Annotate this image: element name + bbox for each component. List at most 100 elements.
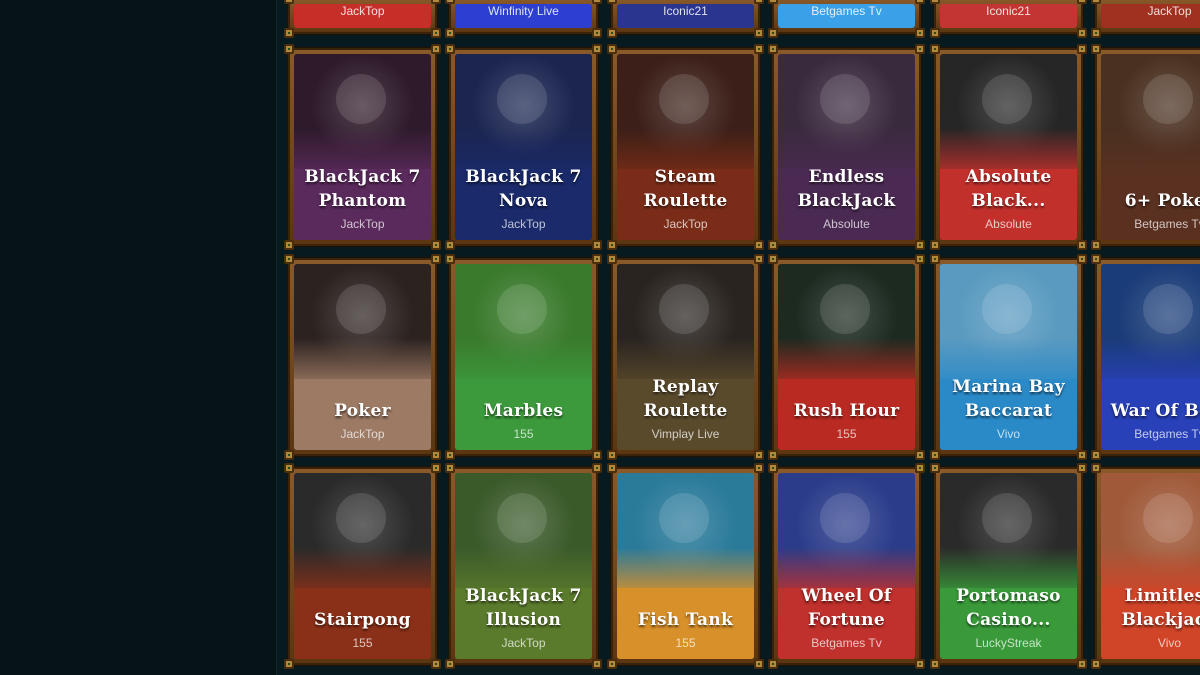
game-card[interactable]: JackTop [284,0,441,38]
frame-rivet-icon [915,463,925,473]
frame-rivet-icon [431,254,441,264]
frame-rivet-icon [284,659,294,669]
game-card[interactable]: JackTop [1091,0,1200,38]
game-card[interactable]: BlackJack 7 Illusion JackTop [445,463,602,669]
game-title: Steam Roulette [643,167,728,211]
frame-rivet-icon [768,659,778,669]
frame-rivet-icon [445,240,455,250]
game-card[interactable]: Stairpong 155 [284,463,441,669]
frame-rivet-icon [930,254,940,264]
game-card[interactable]: Limitless Blackjack Vivo [1091,463,1200,669]
frame-rivet-icon [592,44,602,54]
frame-rivet-icon [1091,0,1101,4]
game-title: Replay Roulette [643,377,728,421]
frame-rivet-icon [930,450,940,460]
frame-rivet-icon [1077,659,1087,669]
frame-rivet-icon [284,44,294,54]
frame-rivet-icon [445,254,455,264]
frame-rivet-icon [445,450,455,460]
game-provider: JackTop [340,4,385,18]
game-card[interactable]: Endless BlackJack Absolute [768,44,925,250]
game-card[interactable]: Iconic21 [930,0,1087,38]
game-provider: JackTop [340,217,385,231]
game-provider: JackTop [663,217,708,231]
game-provider: Absolute [985,217,1032,231]
frame-rivet-icon [445,463,455,473]
frame-rivet-icon [431,44,441,54]
game-card[interactable]: Marina Bay Baccarat Vivo [930,254,1087,460]
frame-rivet-icon [607,450,617,460]
game-card[interactable]: BlackJack 7 Nova JackTop [445,44,602,250]
game-card[interactable]: 6+ Poker Betgames Tv [1091,44,1200,250]
game-card[interactable]: Fish Tank 155 [607,463,764,669]
frame-rivet-icon [915,44,925,54]
game-card[interactable]: Rush Hour 155 [768,254,925,460]
frame-rivet-icon [1091,450,1101,460]
game-provider: JackTop [340,427,385,441]
frame-rivet-icon [607,44,617,54]
frame-rivet-icon [768,463,778,473]
game-card[interactable]: Wheel Of Fortune Betgames Tv [768,463,925,669]
game-title: BlackJack 7 Nova [465,167,582,211]
frame-rivet-icon [930,463,940,473]
game-title: War Of Bets [1110,401,1200,421]
frame-rivet-icon [431,450,441,460]
frame-rivet-icon [592,254,602,264]
game-card[interactable]: Steam Roulette JackTop [607,44,764,250]
frame-rivet-icon [1091,659,1101,669]
frame-rivet-icon [930,659,940,669]
frame-rivet-icon [930,240,940,250]
game-card[interactable]: Iconic21 [607,0,764,38]
frame-rivet-icon [1077,0,1087,4]
frame-rivet-icon [915,28,925,38]
frame-rivet-icon [1077,44,1087,54]
frame-rivet-icon [1091,28,1101,38]
game-card[interactable]: Marbles 155 [445,254,602,460]
frame-rivet-icon [431,28,441,38]
frame-rivet-icon [592,240,602,250]
game-card[interactable]: Replay Roulette Vimplay Live [607,254,764,460]
game-provider: 155 [352,636,373,650]
frame-rivet-icon [930,0,940,4]
sidebar-panel [0,0,277,675]
game-provider: LuckyStreak [975,636,1042,650]
game-card[interactable]: Absolute Black... Absolute [930,44,1087,250]
game-provider: 155 [836,427,857,441]
game-provider: Vimplay Live [651,427,720,441]
game-card[interactable]: Portomaso Casino... LuckyStreak [930,463,1087,669]
game-card[interactable]: BlackJack 7 Phantom JackTop [284,44,441,250]
game-card[interactable]: War Of Bets Betgames Tv [1091,254,1200,460]
game-title: Poker [334,401,391,421]
frame-rivet-icon [607,28,617,38]
game-card[interactable]: Poker JackTop [284,254,441,460]
frame-rivet-icon [915,254,925,264]
game-title: Rush Hour [793,401,900,421]
game-card[interactable]: Betgames Tv [768,0,925,38]
frame-rivet-icon [754,44,764,54]
frame-rivet-icon [431,0,441,4]
frame-rivet-icon [915,450,925,460]
frame-rivet-icon [1077,450,1087,460]
frame-rivet-icon [1077,240,1087,250]
frame-rivet-icon [592,463,602,473]
game-title: Stairpong [314,610,411,630]
frame-rivet-icon [1091,240,1101,250]
frame-rivet-icon [1077,254,1087,264]
frame-rivet-icon [1091,463,1101,473]
game-provider: Vivo [1157,636,1182,650]
game-provider: Betgames Tv [1134,427,1200,441]
game-card[interactable]: Winfinity Live [445,0,602,38]
frame-rivet-icon [431,659,441,669]
frame-rivet-icon [592,0,602,4]
frame-rivet-icon [592,659,602,669]
frame-rivet-icon [607,240,617,250]
game-provider: JackTop [501,636,546,650]
frame-rivet-icon [754,254,764,264]
frame-rivet-icon [768,254,778,264]
game-title: BlackJack 7 Illusion [465,586,582,630]
game-title: Absolute Black... [965,167,1052,211]
frame-rivet-icon [284,463,294,473]
frame-rivet-icon [445,44,455,54]
frame-rivet-icon [284,28,294,38]
frame-rivet-icon [768,0,778,4]
